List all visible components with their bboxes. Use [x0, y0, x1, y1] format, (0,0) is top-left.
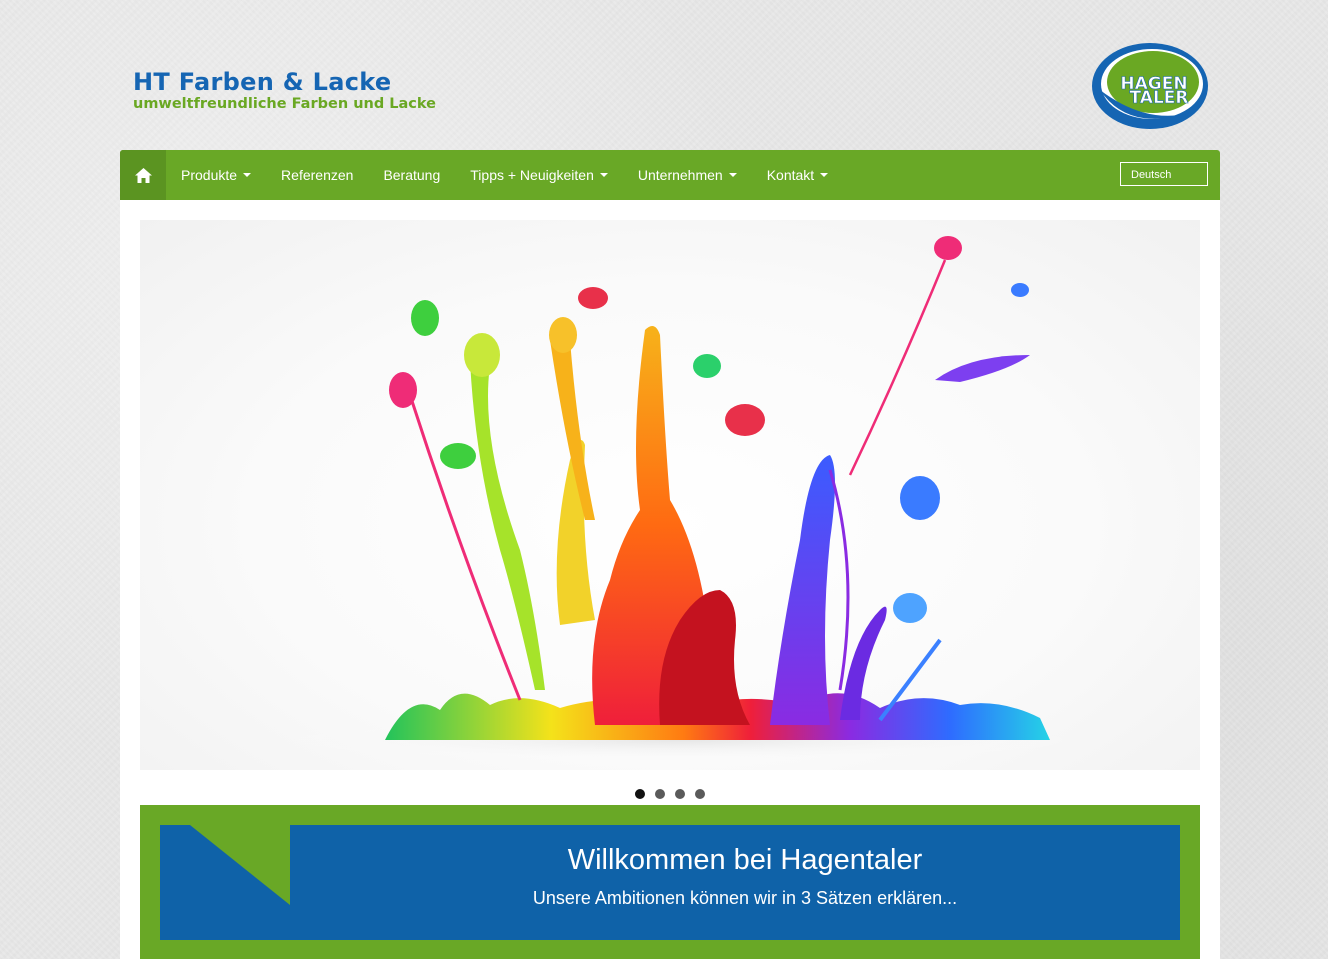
caret-down-icon: [599, 173, 608, 177]
welcome-subtitle: Unsere Ambitionen können wir in 3 Sätzen…: [532, 888, 958, 908]
nav-item-label: Referenzen: [281, 167, 354, 183]
welcome-ribbon-decoration: [190, 825, 290, 905]
nav-item-label: Unternehmen: [637, 167, 723, 183]
nav-home-button[interactable]: [120, 150, 166, 200]
slider-pagination: [120, 789, 1220, 799]
brand-title: HT Farben & Lacke: [133, 68, 392, 96]
caret-down-icon: [243, 173, 252, 177]
caret-down-icon: [728, 173, 737, 177]
slider-dot[interactable]: [655, 789, 665, 799]
nav-menu: Produkte Referenzen Beratung Tipps + Neu…: [166, 150, 843, 200]
nav-item-kontakt[interactable]: Kontakt: [752, 150, 843, 200]
nav-item-label: Beratung: [383, 167, 441, 183]
slider-dot[interactable]: [635, 789, 645, 799]
nav-item-referenzen[interactable]: Referenzen: [266, 150, 368, 200]
slider-dot[interactable]: [695, 789, 705, 799]
hagentaler-logo[interactable]: HAGEN TALER: [1090, 40, 1210, 132]
welcome-box: Willkommen bei Hagentaler Unsere Ambitio…: [160, 825, 1180, 940]
brand-logo[interactable]: HT Farben & Lacke umweltfreundliche Farb…: [133, 68, 436, 112]
logo-text-line2: TALER: [1130, 88, 1189, 108]
nav-item-label: Tipps + Neuigkeiten: [470, 167, 594, 183]
content-panel: Willkommen bei Hagentaler Unsere Ambitio…: [120, 200, 1220, 959]
nav-item-label: Kontakt: [766, 167, 815, 183]
nav-item-label: Produkte: [181, 167, 238, 183]
welcome-title: Willkommen bei Hagentaler: [567, 844, 923, 876]
welcome-section: Willkommen bei Hagentaler Unsere Ambitio…: [140, 805, 1200, 959]
nav-item-beratung[interactable]: Beratung: [368, 150, 455, 200]
nav-item-produkte[interactable]: Produkte: [166, 150, 266, 200]
welcome-text: Willkommen bei Hagentaler Unsere Ambitio…: [290, 825, 1200, 909]
language-select[interactable]: Deutsch: [1120, 162, 1208, 186]
nav-item-tipps-neuigkeiten[interactable]: Tipps + Neuigkeiten: [455, 150, 623, 200]
hero-slider-image[interactable]: [140, 220, 1200, 770]
nav-item-unternehmen[interactable]: Unternehmen: [623, 150, 752, 200]
home-icon: [134, 167, 152, 183]
main-navbar: Produkte Referenzen Beratung Tipps + Neu…: [120, 150, 1220, 200]
slider-dot[interactable]: [675, 789, 685, 799]
caret-down-icon: [820, 173, 829, 177]
brand-subtitle: umweltfreundliche Farben und Lacke: [133, 96, 436, 112]
